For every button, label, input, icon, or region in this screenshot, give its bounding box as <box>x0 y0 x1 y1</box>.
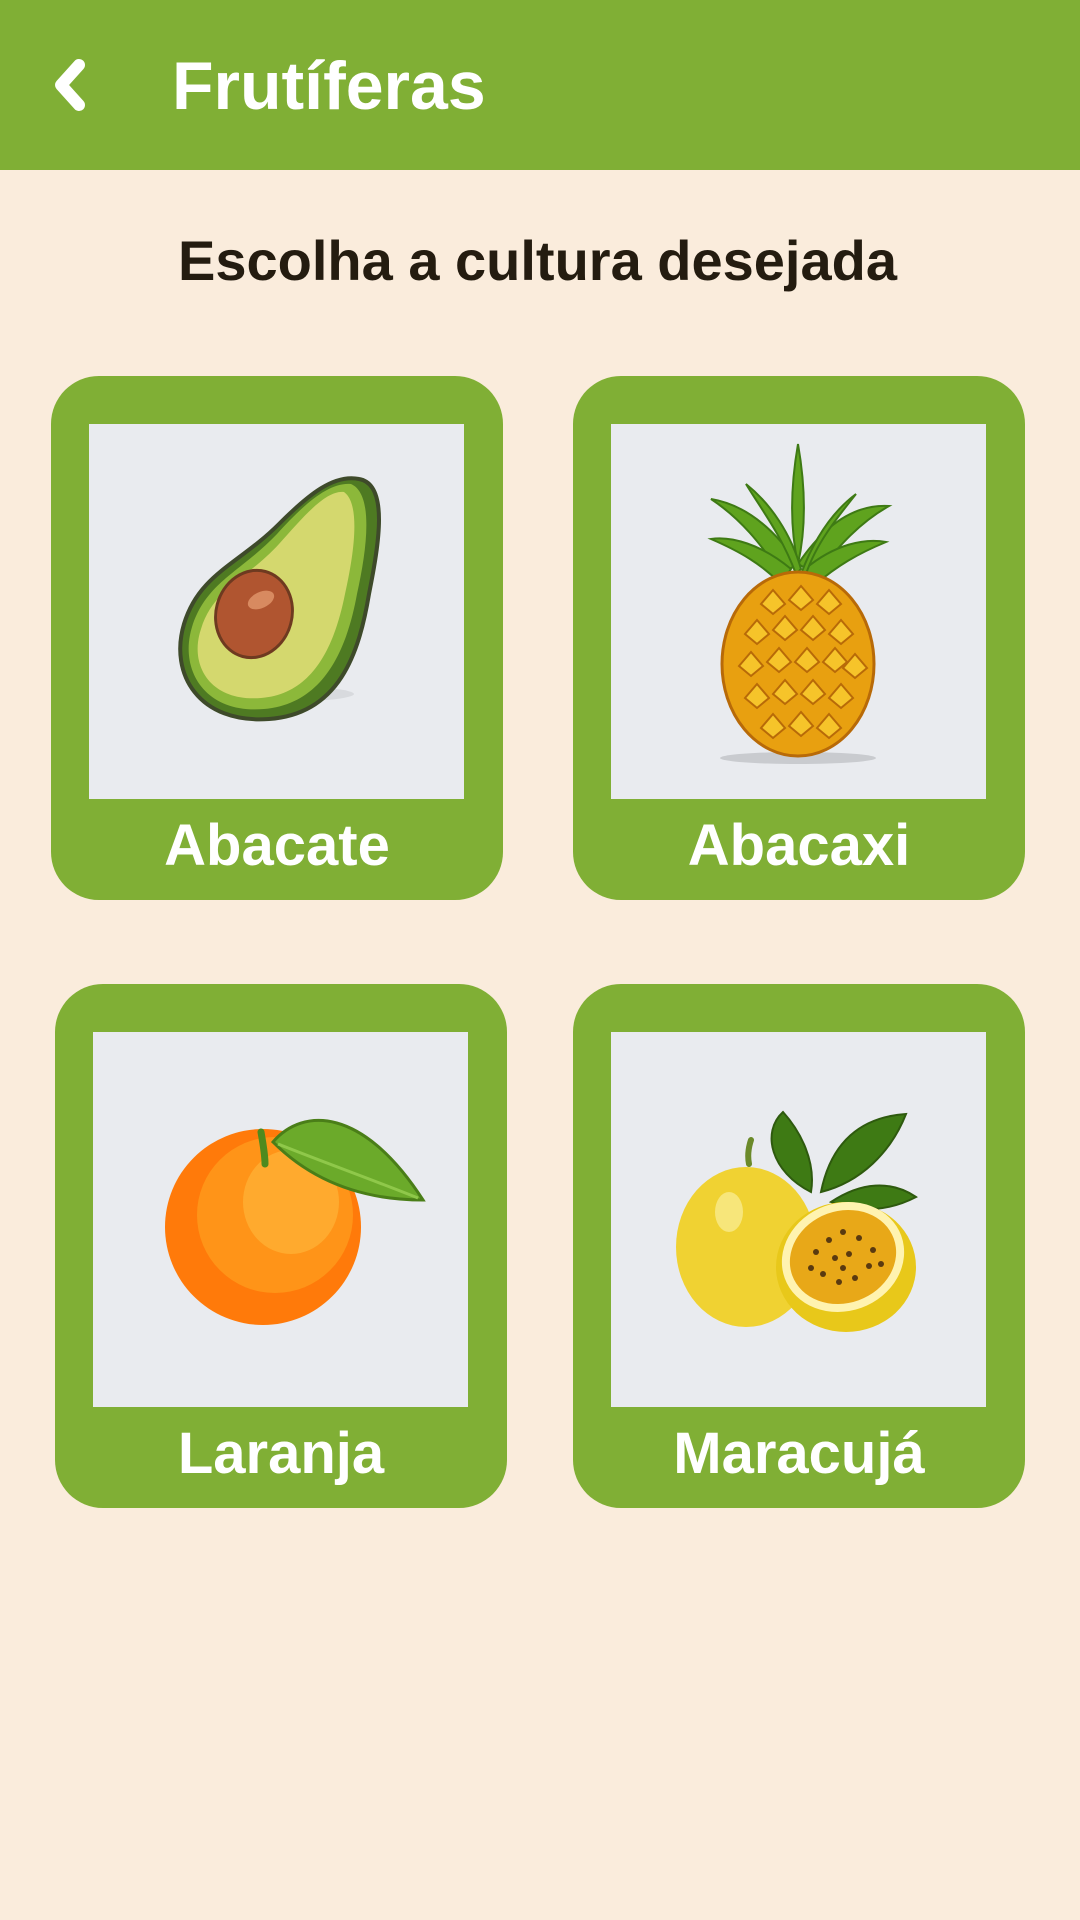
page-title: Frutíferas <box>172 48 486 124</box>
crop-image-maracuja <box>611 1032 986 1407</box>
choose-crop-prompt: Escolha a cultura desejada <box>178 229 897 292</box>
crop-image-laranja <box>93 1032 468 1407</box>
app-bar: Frutíferas <box>0 0 1080 170</box>
avocado-icon <box>178 476 381 722</box>
crop-card-maracuja[interactable]: Maracujá <box>573 984 1025 1508</box>
crop-card-abacate[interactable]: Abacate <box>51 376 503 900</box>
passion-fruit-icon <box>676 1110 918 1332</box>
crop-card-laranja[interactable]: Laranja <box>55 984 507 1508</box>
crop-label-abacaxi: Abacaxi <box>687 813 911 878</box>
chevron-left-icon <box>55 59 85 111</box>
crop-card-abacaxi[interactable]: Abacaxi <box>573 376 1025 900</box>
crop-image-abacate <box>89 424 464 799</box>
back-button[interactable] <box>30 45 110 125</box>
crop-image-abacaxi <box>611 424 986 799</box>
crop-label-laranja: Laranja <box>177 1421 385 1486</box>
orange-icon <box>165 1119 426 1325</box>
crop-label-abacate: Abacate <box>164 813 390 878</box>
crop-label-maracuja: Maracujá <box>673 1421 925 1486</box>
pineapple-icon <box>707 443 893 764</box>
